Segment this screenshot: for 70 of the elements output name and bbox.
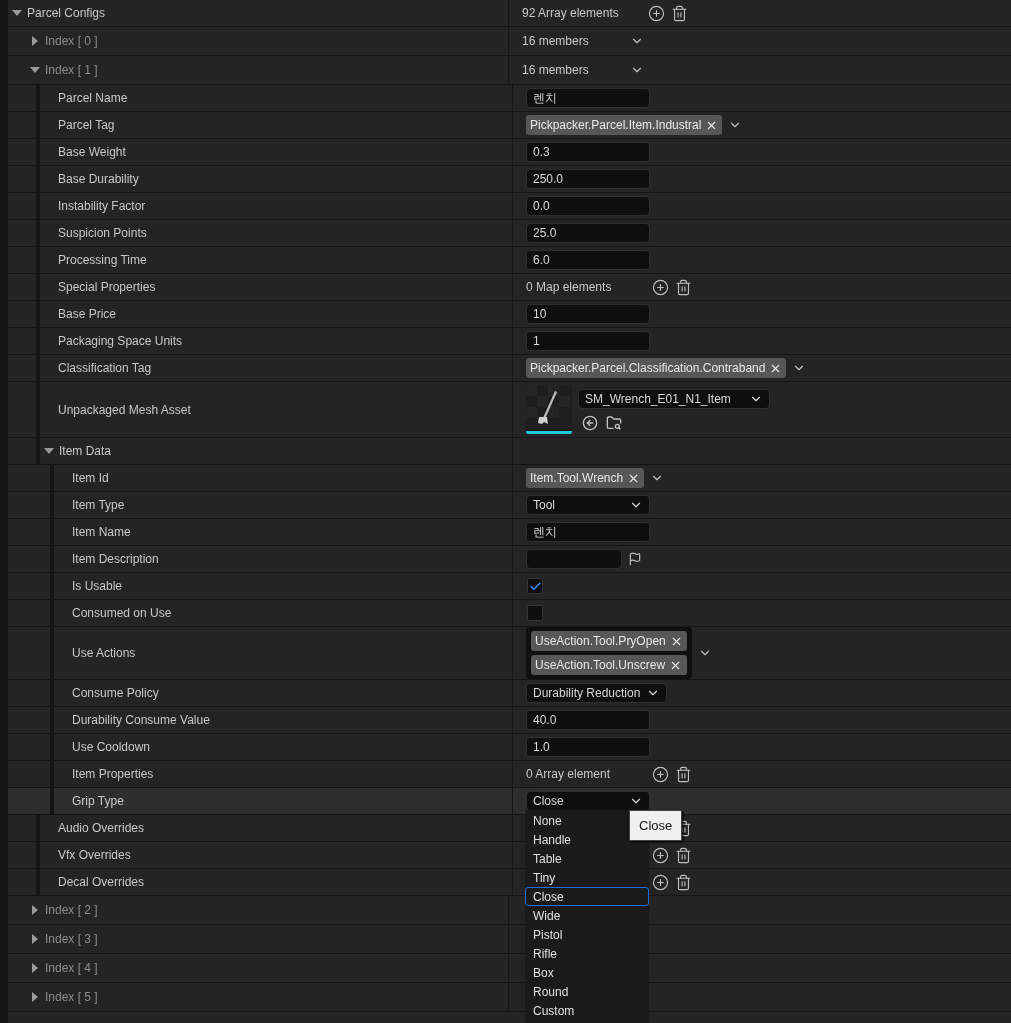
dropdown[interactable]: Durability Reduction [526,683,668,703]
property-name: Item Type [72,498,125,512]
dropdown-option[interactable]: Tiny [525,868,649,887]
text-field[interactable]: 10 [526,304,650,324]
tag-chip[interactable]: Pickpacker.Parcel.Classification.Contraband [526,358,787,378]
member-count: 16 members [522,34,590,48]
property-name: Packaging Space Units [58,334,183,348]
property-name: Grip Type [72,794,124,808]
element-count: 0 Array element [526,767,612,781]
dropdown-option[interactable]: Custom [525,1001,649,1020]
property-name: Index [ 3 ] [45,932,98,946]
text-field[interactable]: 0.3 [526,142,650,162]
text-field[interactable]: 렌치 [526,522,650,542]
dropdown[interactable]: Tool [526,495,650,515]
property-name: Consume Policy [72,686,159,700]
property-name: Base Weight [58,145,126,159]
property-name: Decal Overrides [58,875,145,889]
property-name: Parcel Name [58,91,128,105]
text-field[interactable]: 1.0 [526,737,650,757]
dropdown-option[interactable]: Table [525,849,649,868]
text-field[interactable]: 40.0 [526,710,650,730]
text-field[interactable]: 25.0 [526,223,650,243]
property-name: Audio Overrides [58,821,145,835]
dropdown-option[interactable]: Close [525,887,649,906]
tooltip: Close [629,810,683,841]
property-name: Item Name [72,525,131,539]
element-count: 92 Array elements [522,6,620,20]
property-name: Base Durability [58,172,139,186]
element-count: 0 Map elements [526,280,613,294]
text-field[interactable]: 250.0 [526,169,650,189]
member-count: 16 members [522,63,590,77]
text-field[interactable]: 6.0 [526,250,650,270]
property-name: Use Actions [72,646,136,660]
property-name: Special Properties [58,280,156,294]
property-name: Classification Tag [58,361,152,375]
property-name: Unpackaged Mesh Asset [58,402,191,417]
dropdown-option[interactable]: Box [525,963,649,982]
tag-chip[interactable]: UseAction.Tool.Unscrew [531,655,687,675]
tag-chip[interactable]: Pickpacker.Parcel.Item.Industral [526,115,723,135]
text-field[interactable]: 0.0 [526,196,650,216]
tag-chip[interactable]: Item.Tool.Wrench [526,468,645,488]
property-name: Index [ 5 ] [45,990,98,1004]
property-name: Index [ 1 ] [45,63,98,77]
property-name: Base Price [58,307,117,321]
property-name: Instability Factor [58,199,146,213]
property-name: Consumed on Use [72,606,172,620]
dropdown-option[interactable]: Rifle [525,944,649,963]
property-name: Is Usable [72,579,123,593]
property-name: Processing Time [58,253,147,267]
property-name: Item Id [72,471,109,485]
text-field[interactable]: 렌치 [526,88,650,108]
property-name: Use Cooldown [72,740,151,754]
asset-dropdown[interactable]: SM_Wrench_E01_N1_Item [578,388,770,409]
property-name: Parcel Configs [27,6,106,20]
property-name: Vfx Overrides [58,848,131,862]
dropdown-option[interactable]: Wide [525,906,649,925]
dropdown-option[interactable]: Round [525,982,649,1001]
property-name: Item Properties [72,767,154,781]
property-name: Suspicion Points [58,226,147,240]
property-name: Durability Consume Value [72,713,210,727]
property-name: Index [ 0 ] [45,34,98,48]
text-field[interactable]: 1 [526,331,650,351]
tag-chip[interactable]: UseAction.Tool.PryOpen [531,631,687,651]
dropdown[interactable]: Close [526,791,650,811]
property-name: Index [ 2 ] [45,903,98,917]
property-name: Item Data [59,444,112,458]
property-name: Parcel Tag [58,118,115,132]
property-name: Index [ 4 ] [45,961,98,975]
property-name: Item Description [72,552,159,566]
dropdown-option[interactable]: Pistol [525,925,649,944]
